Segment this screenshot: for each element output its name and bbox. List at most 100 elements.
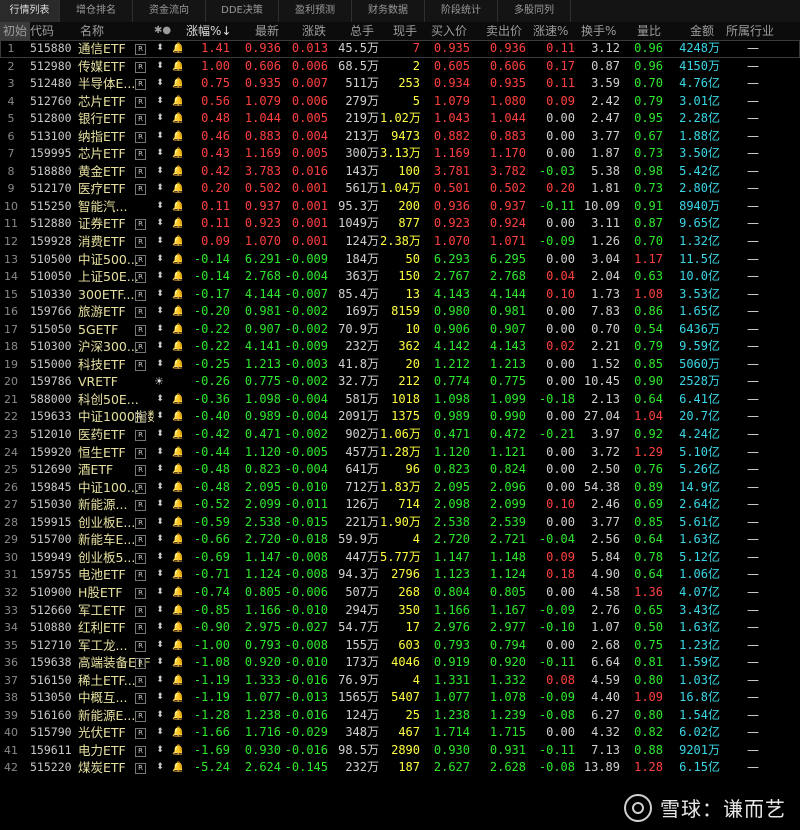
header-turnover[interactable]: 换手% [581,22,616,40]
bell-icon[interactable]: 🔔 [172,654,182,672]
table-row[interactable]: 3 512480 半导体E... 0.75 0.935 0.007 511万 253 0.934… [0,75,800,93]
bell-icon[interactable]: 🔔 [172,408,182,426]
table-row[interactable]: 38 513050 中概互... -1.19 1.077 -0.013 1565万 5407 1… [0,689,800,707]
header-pct[interactable]: 涨幅%↓ [186,22,231,40]
tab-2[interactable]: 增仓排名 [60,0,133,22]
bell-icon[interactable]: 🔔 [172,496,182,514]
bell-icon[interactable]: 🔔 [172,268,182,286]
bell-icon[interactable]: 🔔 [172,75,182,93]
table-row[interactable]: 8 518880 黄金ETF 0.42 3.783 0.016 143万 100 3.781 3.… [0,163,800,181]
bell-icon[interactable]: 🔔 [172,584,182,602]
tab-3[interactable]: 资金流向 [133,0,206,22]
tab-6[interactable]: 财务数据 [352,0,425,22]
table-row[interactable]: 20 159786 VRETF -0.26 0.775 -0.002 32.7万 212 0.7… [0,373,800,391]
table-row[interactable]: 10 515250 智能汽... 0.11 0.937 0.001 95.3万 200 0.93… [0,198,800,216]
header-sell[interactable]: 卖出价 [486,22,522,40]
table-row[interactable]: 4 512760 芯片ETF 0.56 1.079 0.006 279万 5 1.079 1.08… [0,93,800,111]
table-row[interactable]: 22159633中证1000指数...-0.400.989-0.0042091万… [0,408,800,426]
header-last[interactable]: 最新 [255,22,279,40]
tab-5[interactable]: 盈利预测 [279,0,352,22]
table-row[interactable]: 11 512880 证券ETF 0.11 0.923 0.001 1049万 877 0.923… [0,215,800,233]
table-row[interactable]: 27 515030 新能源... -0.52 2.099 -0.011 126万 714 2.0… [0,496,800,514]
bell-icon[interactable]: 🔔 [172,514,182,532]
table-row[interactable]: 14 510050 上证50E... -0.14 2.768 -0.004 363万 150 2… [0,268,800,286]
table-row[interactable]: 1 515880 通信ETF 1.41 0.936 0.013 45.5万 7 0.935 0.9… [0,40,800,58]
table-row[interactable]: 7 159995 芯片ETF 0.43 1.169 0.005 300万 3.13万 1.169… [0,145,800,163]
bell-icon[interactable]: 🔔 [172,356,182,374]
table-row[interactable]: 26 159845 中证100... -0.48 2.095 -0.010 712万 1.83… [0,479,800,497]
table-row[interactable]: 21 588000 科创50E... -0.36 1.098 -0.004 581万 1018… [0,391,800,409]
table-row[interactable]: 35 512710 军工龙... -1.00 0.793 -0.008 155万 603 0.7… [0,637,800,655]
header-flags[interactable]: ✱● [154,22,171,40]
table-row[interactable]: 29 515700 新能车E... -0.66 2.720 -0.018 59.9万 4 2.7… [0,531,800,549]
bell-icon[interactable]: 🔔 [172,637,182,655]
bell-icon[interactable]: 🔔 [172,163,182,181]
table-row[interactable]: 24 159920 恒生ETF -0.44 1.120 -0.005 457万 1.28万 1.… [0,444,800,462]
table-row[interactable]: 6 513100 纳指ETF 0.46 0.883 0.004 213万 9473 0.882 0… [0,128,800,146]
header-name[interactable]: 名称 [80,22,104,40]
header-vol[interactable]: 总手 [350,22,374,40]
bell-icon[interactable]: 🔔 [172,426,182,444]
bell-icon[interactable]: 🔔 [172,321,182,339]
table-row[interactable]: 40 515790 光伏ETF -1.66 1.716 -0.029 348万 467 1.71… [0,724,800,742]
bell-icon[interactable]: 🔔 [172,145,182,163]
bell-icon[interactable]: 🔔 [172,479,182,497]
table-row[interactable]: 31 159755 电池ETF -0.71 1.124 -0.008 94.3万 2796 1.… [0,566,800,584]
bell-icon[interactable]: 🔔 [172,672,182,690]
bell-icon[interactable]: 🔔 [172,759,182,777]
bell-icon[interactable]: 🔔 [172,128,182,146]
table-row[interactable]: 32 510900 H股ETF -0.74 0.805 -0.006 507万 268 0.80… [0,584,800,602]
header-cur[interactable]: 现手 [393,22,417,40]
bell-icon[interactable]: 🔔 [172,549,182,567]
bell-icon[interactable]: 🔔 [172,215,182,233]
bell-icon[interactable]: 🔔 [172,602,182,620]
table-row[interactable]: 15 510330 300ETF... -0.17 4.144 -0.007 85.4万 13… [0,286,800,304]
header-speed[interactable]: 涨速% [533,22,568,40]
table-row[interactable]: 17 515050 5GETF -0.22 0.907 -0.002 70.9万 10 0.90… [0,321,800,339]
bell-icon[interactable]: 🔔 [172,444,182,462]
table-row[interactable]: 18 510300 沪深300... -0.22 4.141 -0.009 232万 362 4… [0,338,800,356]
tab-7[interactable]: 阶段统计 [425,0,498,22]
bell-icon[interactable]: 🔔 [172,619,182,637]
bell-icon[interactable]: 🔔 [172,58,182,76]
bell-icon[interactable]: 🔔 [172,707,182,725]
table-row[interactable]: 16 159766 旅游ETF -0.20 0.981 -0.002 169万 8159 0.9… [0,303,800,321]
bell-icon[interactable]: 🔔 [172,338,182,356]
header-code[interactable]: 代码 [30,22,54,40]
header-chg[interactable]: 涨跌 [302,22,326,40]
table-row[interactable]: 37 516150 稀土ETF... -1.19 1.333 -0.016 76.9万 4 1.… [0,672,800,690]
header-buy[interactable]: 买入价 [431,22,467,40]
header-ratio[interactable]: 量比 [637,22,661,40]
table-row[interactable]: 23 512010 医药ETF -0.42 0.471 -0.002 902万 1.06万 0.… [0,426,800,444]
bell-icon[interactable]: 🔔 [172,110,182,128]
bell-icon[interactable]: 🔔 [172,724,182,742]
table-row[interactable]: 42 515220 煤炭ETF -5.24 2.624 -0.145 232万 187 2.62… [0,759,800,777]
table-row[interactable]: 9 512170 医疗ETF 0.20 0.502 0.001 561万 1.04万 0.501… [0,180,800,198]
header-amount[interactable]: 金额 [690,22,714,40]
bell-icon[interactable]: 🔔 [172,40,182,58]
bell-icon[interactable]: 🔔 [172,286,182,304]
bell-icon[interactable]: 🔔 [172,93,182,111]
table-row[interactable]: 2 512980 传媒ETF 1.00 0.606 0.006 68.5万 2 0.605 0.6… [0,58,800,76]
table-row[interactable]: 39 516160 新能源E... -1.28 1.238 -0.016 124万 25 1.2… [0,707,800,725]
table-row[interactable]: 13 510500 中证500... -0.14 6.291 -0.009 184万 50 6.… [0,251,800,269]
bell-icon[interactable]: 🔔 [172,198,182,216]
bell-icon[interactable]: 🔔 [172,233,182,251]
table-row[interactable]: 19 515000 科技ETF -0.25 1.213 -0.003 41.8万 20 1.21… [0,356,800,374]
bell-icon[interactable]: 🔔 [172,251,182,269]
table-row[interactable]: 30 159949 创业板5... -0.69 1.147 -0.008 447万 5.77万… [0,549,800,567]
bell-icon[interactable]: 🔔 [172,391,182,409]
bell-icon[interactable]: 🔔 [172,531,182,549]
bell-icon[interactable]: 🔔 [172,303,182,321]
bell-icon[interactable]: 🔔 [172,180,182,198]
table-row[interactable]: 25 512690 酒ETF -0.48 0.823 -0.004 641万 96 0.823 0… [0,461,800,479]
header-industry[interactable]: 所属行业 [726,22,774,40]
table-row[interactable]: 34 510880 红利ETF -0.90 2.975 -0.027 54.7万 17 2.97… [0,619,800,637]
table-row[interactable]: 28 159915 创业板E... -0.59 2.538 -0.015 221万 1.90万… [0,514,800,532]
table-row[interactable]: 36 159638 高端装备ETF -1.08 0.920 -0.010 173万 4046 0… [0,654,800,672]
init-button[interactable]: 初始 [0,22,31,40]
tab-4[interactable]: DDE决策 [206,0,279,22]
table-row[interactable]: 12 159928 消费ETF 0.09 1.070 0.001 124万 2.38万 1.07… [0,233,800,251]
table-row[interactable]: 5 512800 银行ETF 0.48 1.044 0.005 219万 1.02万 1.043… [0,110,800,128]
bell-icon[interactable]: 🔔 [172,566,182,584]
